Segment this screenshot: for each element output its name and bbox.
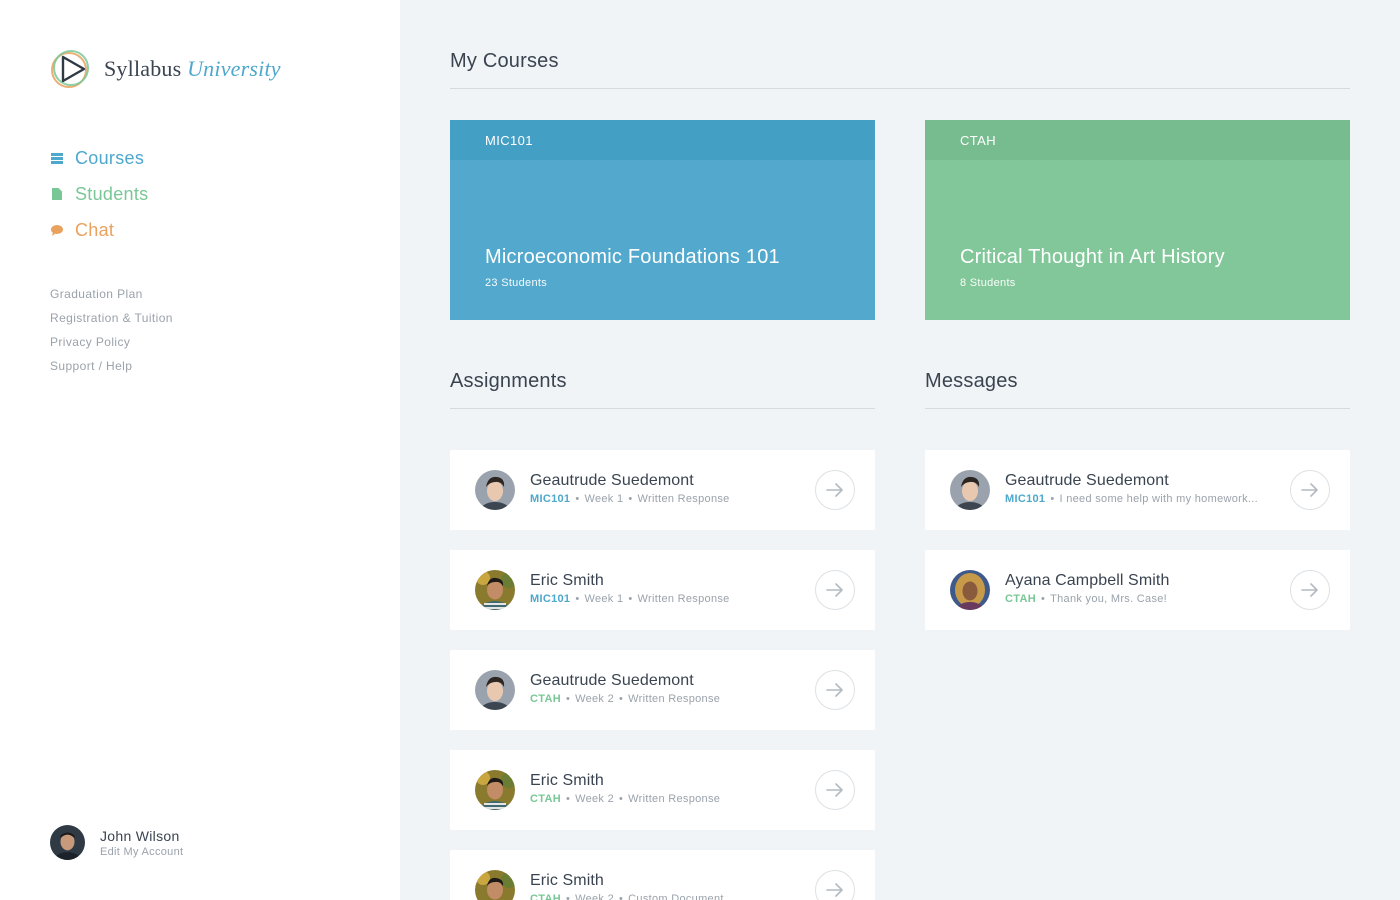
- person-name: Eric Smith: [530, 572, 604, 589]
- main-nav: Courses Students Chat: [50, 140, 148, 248]
- secondary-nav: Graduation Plan Registration & Tuition P…: [50, 285, 173, 381]
- person-name: Geautrude Suedemont: [1005, 472, 1169, 489]
- assignment-card[interactable]: Eric Smith CTAH • Week 2 • Written Response: [450, 750, 875, 830]
- separator-dot: •: [1050, 493, 1055, 505]
- open-arrow-button[interactable]: [815, 670, 855, 710]
- arrow-right-icon: [826, 883, 844, 897]
- item-meta: CTAH • Thank you, Mrs. Case!: [1005, 593, 1167, 605]
- meta-text: Thank you, Mrs. Case!: [1050, 593, 1168, 605]
- avatar[interactable]: [950, 470, 990, 510]
- meta-type: Written Response: [628, 793, 721, 805]
- message-card[interactable]: Ayana Campbell Smith CTAH • Thank you, Mrs.…: [925, 550, 1350, 630]
- brand-logo[interactable]: Syllabus University: [50, 49, 281, 89]
- message-card[interactable]: Geautrude Suedemont MIC101 • I need some he…: [925, 450, 1350, 530]
- content-viewport: Geautrude Suedemont MIC101 • Week 1 • Written…: [400, 0, 1400, 900]
- course-code-tag: CTAH: [530, 693, 561, 705]
- avatar[interactable]: [950, 570, 990, 610]
- course-code-tag: CTAH: [530, 793, 561, 805]
- avatar[interactable]: [475, 570, 515, 610]
- nav-item-students[interactable]: Students: [50, 176, 148, 212]
- meta-type: Written Response: [637, 593, 730, 605]
- separator-dot: •: [575, 593, 580, 605]
- meta-text: I need some help with my homework...: [1059, 493, 1258, 505]
- nav-label-courses: Courses: [75, 147, 145, 168]
- item-meta: CTAH • Week 2 • Written Response: [530, 793, 720, 805]
- separator-dot: •: [575, 493, 580, 505]
- open-arrow-button[interactable]: [1290, 470, 1330, 510]
- account-name: John Wilson: [100, 827, 180, 844]
- edit-account-link[interactable]: Edit My Account: [100, 846, 183, 858]
- meta-type: Written Response: [637, 493, 730, 505]
- item-meta: CTAH • Week 2 • Custom Document: [530, 893, 724, 900]
- sidebar: Syllabus University Courses Students Cha…: [0, 0, 400, 900]
- assignment-card[interactable]: Eric Smith MIC101 • Week 1 • Written Response: [450, 550, 875, 630]
- item-meta: MIC101 • Week 1 • Written Response: [530, 593, 730, 605]
- nav-item-courses[interactable]: Courses: [50, 140, 148, 176]
- link-privacy-policy[interactable]: Privacy Policy: [50, 333, 173, 357]
- separator-dot: •: [619, 793, 624, 805]
- meta-week: Week 2: [575, 893, 614, 900]
- nav-item-chat[interactable]: Chat: [50, 212, 148, 248]
- brand-name: Syllabus University: [104, 56, 281, 81]
- separator-dot: •: [565, 693, 571, 705]
- meta-type: Custom Document: [628, 893, 724, 900]
- open-arrow-button[interactable]: [815, 570, 855, 610]
- link-support-help[interactable]: Support / Help: [50, 357, 173, 381]
- avatar[interactable]: [475, 870, 515, 900]
- meta-type: Written Response: [628, 693, 721, 705]
- person-name: Eric Smith: [530, 772, 604, 789]
- course-code-tag: MIC101: [1005, 493, 1046, 505]
- separator-dot: •: [565, 793, 571, 805]
- arrow-right-icon: [826, 483, 844, 497]
- person-name: Eric Smith: [530, 872, 604, 889]
- arrow-right-icon: [826, 683, 844, 697]
- open-arrow-button[interactable]: [815, 770, 855, 810]
- meta-week: Week 1: [584, 593, 624, 605]
- avatar[interactable]: [475, 470, 515, 510]
- arrow-right-icon: [826, 583, 844, 597]
- assignment-card[interactable]: Eric Smith CTAH • Week 2 • Custom Document: [450, 850, 875, 900]
- course-code-tag: CTAH: [1005, 593, 1036, 605]
- chat-bubble-icon: [50, 224, 63, 237]
- person-name: Ayana Campbell Smith: [1005, 572, 1170, 589]
- meta-week: Week 2: [575, 693, 614, 705]
- course-code-tag: CTAH: [530, 893, 561, 900]
- person-name: Geautrude Suedemont: [530, 472, 694, 489]
- account-text: John Wilson Edit My Account: [100, 828, 183, 858]
- avatar[interactable]: [475, 770, 515, 810]
- meta-week: Week 1: [584, 493, 624, 505]
- item-meta: MIC101 • Week 1 • Written Response: [530, 493, 730, 505]
- meta-week: Week 2: [575, 793, 614, 805]
- document-icon: [50, 188, 63, 201]
- item-meta: MIC101 • I need some help with my homework…: [1005, 493, 1258, 505]
- avatar[interactable]: [475, 670, 515, 710]
- logo-icon: [51, 50, 89, 88]
- account-panel: John Wilson Edit My Account: [50, 825, 183, 860]
- arrow-right-icon: [1301, 583, 1319, 597]
- course-code-tag: MIC101: [530, 593, 571, 605]
- separator-dot: •: [628, 593, 633, 605]
- separator-dot: •: [565, 893, 571, 900]
- assignment-card[interactable]: Geautrude Suedemont MIC101 • Week 1 • Written…: [450, 450, 875, 530]
- person-name: Geautrude Suedemont: [530, 672, 694, 689]
- open-arrow-button[interactable]: [815, 470, 855, 510]
- separator-dot: •: [619, 693, 624, 705]
- arrow-right-icon: [1301, 483, 1319, 497]
- arrow-right-icon: [826, 783, 844, 797]
- course-code-tag: MIC101: [530, 493, 571, 505]
- avatar[interactable]: [50, 825, 85, 860]
- open-arrow-button[interactable]: [1290, 570, 1330, 610]
- separator-dot: •: [1040, 593, 1046, 605]
- link-graduation-plan[interactable]: Graduation Plan: [50, 285, 173, 309]
- item-meta: CTAH • Week 2 • Written Response: [530, 693, 720, 705]
- list-icon: [50, 152, 63, 165]
- assignment-card[interactable]: Geautrude Suedemont CTAH • Week 2 • Written R…: [450, 650, 875, 730]
- link-registration-tuition[interactable]: Registration & Tuition: [50, 309, 173, 333]
- open-arrow-button[interactable]: [815, 870, 855, 900]
- separator-dot: •: [619, 893, 624, 900]
- nav-label-students: Students: [75, 183, 149, 204]
- separator-dot: •: [628, 493, 633, 505]
- nav-label-chat: Chat: [75, 219, 115, 240]
